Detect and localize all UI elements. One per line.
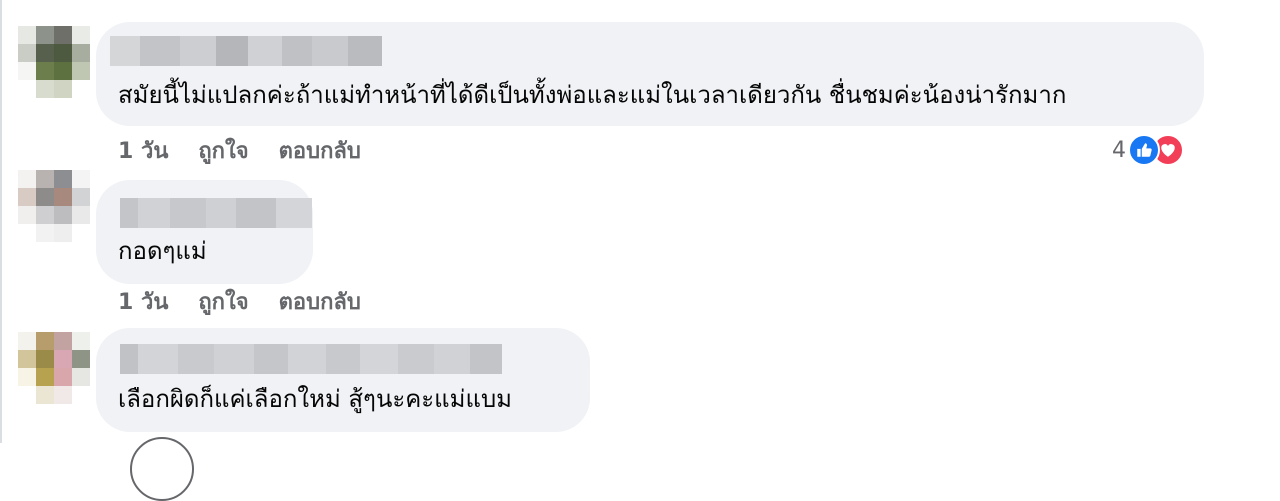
comment-timestamp[interactable]: 1 วัน [118,137,168,167]
panel-left-border [0,0,2,443]
like-button[interactable]: ถูกใจ [198,288,248,318]
next-comment-avatar-partial [130,437,194,501]
commenter-avatar[interactable] [18,26,90,98]
commenter-avatar[interactable] [18,332,90,404]
comment-actions: 1 วัน ถูกใจ ตอบกลับ [118,288,361,318]
commenter-name-blurred[interactable] [110,36,382,66]
like-icon [1128,134,1160,166]
commenter-avatar[interactable] [18,170,90,242]
comment-text: กอดๆแม่ [118,237,207,265]
reply-button[interactable]: ตอบกลับ [279,137,361,167]
like-button[interactable]: ถูกใจ [198,137,248,167]
reaction-summary[interactable]: 4 [1112,134,1184,166]
comment-bubble [96,180,313,284]
commenter-name-blurred[interactable] [120,198,312,228]
comment-timestamp[interactable]: 1 วัน [118,288,168,318]
reply-button[interactable]: ตอบกลับ [279,288,361,318]
comment-text: เลือกผิดก็แค่เลือกใหม่ สู้ๆนะคะแม่แบม [118,385,512,413]
comment-actions: 1 วัน ถูกใจ ตอบกลับ [118,137,361,167]
comment-text: สมัยนี้ไม่แปลกค่ะถ้าแม่ทำหน้าที่ได้ดีเป็… [118,81,1067,109]
commenter-name-blurred[interactable] [120,344,502,374]
reaction-count: 4 [1112,137,1126,163]
